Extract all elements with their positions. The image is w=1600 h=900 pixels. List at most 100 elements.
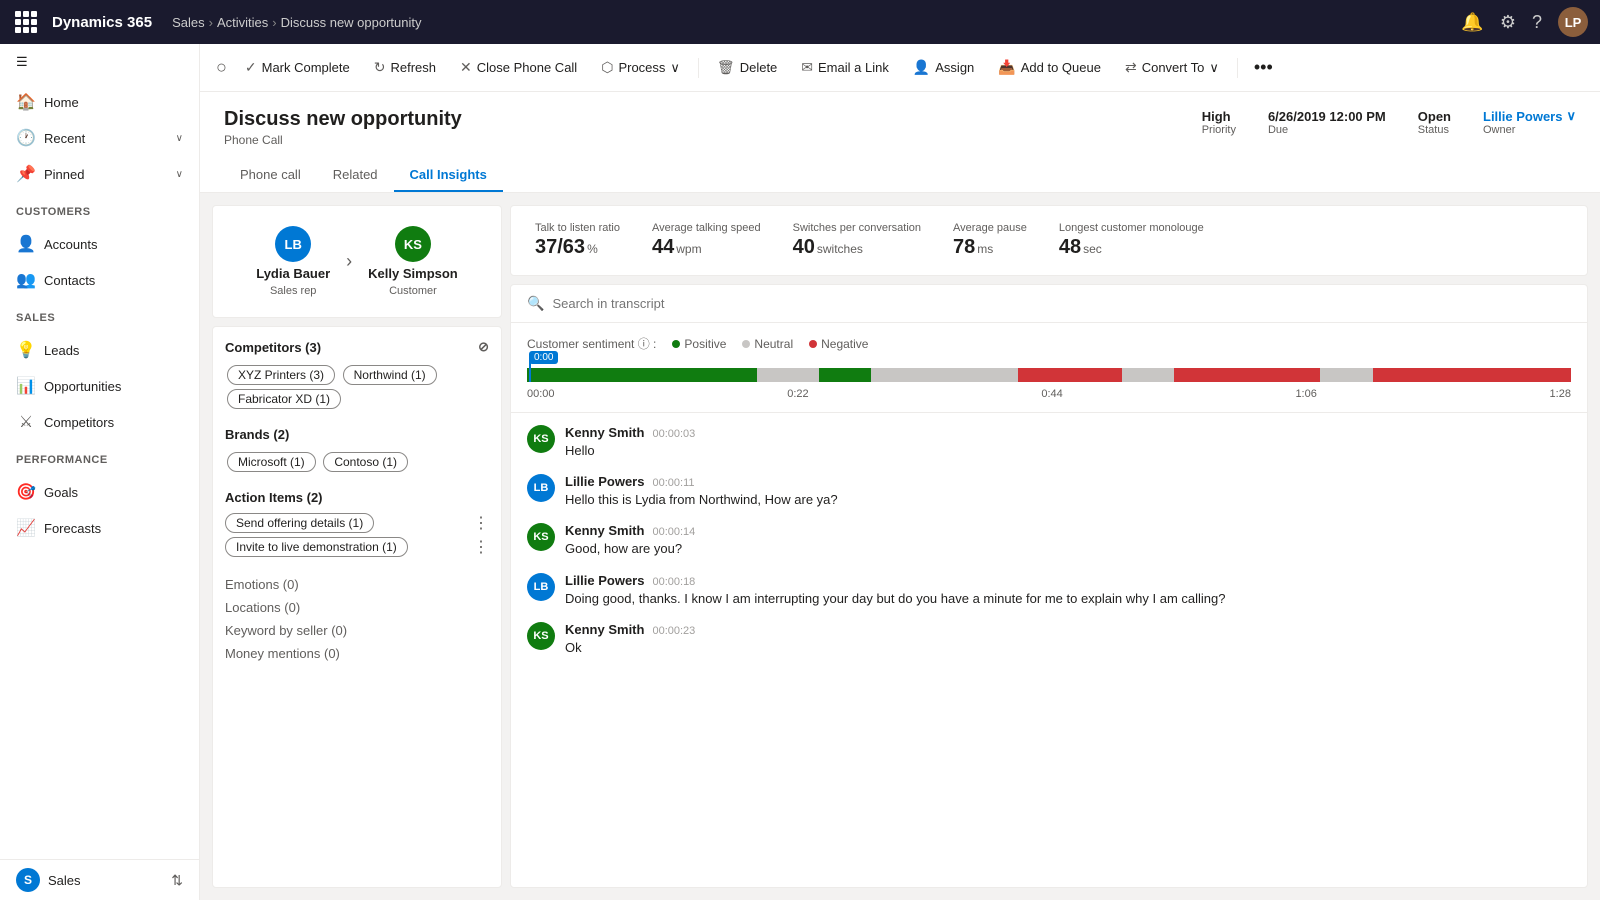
left-panel: LB Lydia Bauer Sales rep › KS Kelly Simp…	[212, 205, 502, 888]
msg-3-name: Kenny Smith	[565, 523, 644, 538]
breadcrumb-activities[interactable]: Activities	[217, 15, 268, 30]
owner-value[interactable]: Lillie Powers ∨	[1483, 108, 1576, 124]
stat-monolouge-label: Longest customer monolouge	[1059, 222, 1204, 234]
settings-icon[interactable]: ⚙	[1500, 12, 1516, 33]
tab-related[interactable]: Related	[317, 159, 394, 192]
tab-call-insights[interactable]: Call Insights	[394, 159, 503, 192]
process-button[interactable]: ⬡ Process ∨	[591, 53, 690, 82]
bar-seg-1	[527, 368, 757, 382]
mark-complete-button[interactable]: ✓ Mark Complete	[235, 53, 360, 82]
stat-pause: Average pause 78ms	[953, 222, 1027, 259]
close-phone-call-button[interactable]: ✕ Close Phone Call	[450, 53, 587, 82]
stat-pause-value: 78ms	[953, 236, 1027, 259]
bar-seg-4	[871, 368, 1017, 382]
sidebar: ☰ 🏠 Home 🕐 Recent ∨ 📌 Pinned ∨ Customers…	[0, 44, 200, 900]
insights-card: Competitors (3) ⊘ XYZ Printers (3) North…	[212, 326, 502, 888]
app-brand: Dynamics 365	[52, 14, 152, 31]
time-44: 0:44	[1041, 388, 1062, 400]
stat-monolouge: Longest customer monolouge 48sec	[1059, 222, 1204, 259]
close-phone-call-label: Close Phone Call	[477, 60, 577, 75]
sidebar-item-opportunities[interactable]: 📊 Opportunities	[0, 368, 199, 404]
sidebar-item-leads[interactable]: 💡 Leads	[0, 332, 199, 368]
action-item-1-more[interactable]: ⋮	[473, 513, 489, 533]
tag-xyz[interactable]: XYZ Printers (3)	[227, 365, 335, 385]
participant-rep: LB Lydia Bauer Sales rep	[256, 226, 330, 297]
add-to-queue-button[interactable]: 📥 Add to Queue	[988, 53, 1111, 82]
sidebar-item-competitors[interactable]: ⚔ Competitors	[0, 404, 199, 440]
sidebar-item-pinned[interactable]: 📌 Pinned ∨	[0, 156, 199, 192]
process-icon: ⬡	[601, 59, 613, 76]
email-link-label: Email a Link	[818, 60, 889, 75]
filter-icon[interactable]: ⊘	[478, 339, 489, 355]
participant-customer: KS Kelly Simpson Customer	[368, 226, 458, 297]
stat-pause-label: Average pause	[953, 222, 1027, 234]
msg-2-text: Hello this is Lydia from Northwind, How …	[565, 491, 1571, 509]
right-panel: Talk to listen ratio 37/63% Average talk…	[510, 205, 1588, 888]
main-content: LB Lydia Bauer Sales rep › KS Kelly Simp…	[200, 193, 1600, 900]
msg-5-name: Kenny Smith	[565, 622, 644, 637]
breadcrumb-sales[interactable]: Sales	[172, 15, 205, 30]
sidebar-item-recent[interactable]: 🕐 Recent ∨	[0, 120, 199, 156]
convert-to-button[interactable]: ⇄ Convert To ∨	[1115, 53, 1229, 82]
sales-area-avatar: S	[16, 868, 40, 892]
waffle-menu[interactable]	[12, 8, 40, 36]
sidebar-label-competitors: Competitors	[44, 415, 114, 430]
user-avatar[interactable]: LP	[1558, 7, 1588, 37]
delete-button[interactable]: 🗑 Delete	[707, 53, 787, 82]
sidebar-item-forecasts[interactable]: 📈 Forecasts	[0, 510, 199, 546]
sidebar-label-accounts: Accounts	[44, 237, 97, 252]
tag-microsoft[interactable]: Microsoft (1)	[227, 452, 316, 472]
tab-phone-call[interactable]: Phone call	[224, 159, 317, 192]
sidebar-label-opportunities: Opportunities	[44, 379, 121, 394]
tag-fabricator[interactable]: Fabricator XD (1)	[227, 389, 341, 409]
refresh-label: Refresh	[390, 60, 436, 75]
stat-talk-listen-value: 37/63%	[535, 236, 620, 259]
owner-label: Owner	[1483, 124, 1576, 136]
positive-dot	[672, 340, 680, 348]
assign-button[interactable]: 👤 Assign	[903, 53, 984, 82]
refresh-button[interactable]: ↻ Refresh	[364, 53, 446, 82]
msg-1-content: Kenny Smith 00:00:03 Hello	[565, 425, 1571, 460]
tag-northwind[interactable]: Northwind (1)	[343, 365, 437, 385]
sidebar-item-contacts[interactable]: 👥 Contacts	[0, 262, 199, 298]
sidebar-collapse-button[interactable]: ☰	[0, 44, 199, 80]
sidebar-item-home[interactable]: 🏠 Home	[0, 84, 199, 120]
tag-contoso[interactable]: Contoso (1)	[323, 452, 408, 472]
more-commands-button[interactable]: •••	[1246, 53, 1281, 82]
msg-4-header: Lillie Powers 00:00:18	[565, 573, 1571, 588]
sidebar-sales-section: 💡 Leads 📊 Opportunities ⚔ Competitors	[0, 328, 199, 444]
customer-avatar: KS	[395, 226, 431, 262]
notifications-icon[interactable]: 🔔	[1461, 12, 1483, 33]
msg-4-time: 00:00:18	[652, 576, 695, 588]
brands-title: Brands (2)	[225, 427, 489, 442]
stat-switches-unit: switches	[817, 242, 863, 256]
sidebar-label-leads: Leads	[44, 343, 79, 358]
competitors-icon: ⚔	[16, 412, 36, 432]
stat-switches-label: Switches per conversation	[793, 222, 921, 234]
timeline-labels: 00:00 0:22 0:44 1:06 1:28	[527, 388, 1571, 400]
action-tag-1[interactable]: Send offering details (1)	[225, 513, 374, 533]
msg-2-header: Lillie Powers 00:00:11	[565, 474, 1571, 489]
sidebar-customers-section: 👤 Accounts 👥 Contacts	[0, 222, 199, 302]
help-icon[interactable]: ?	[1532, 12, 1542, 33]
sidebar-item-accounts[interactable]: 👤 Accounts	[0, 226, 199, 262]
action-item-2-more[interactable]: ⋮	[473, 537, 489, 557]
time-66: 1:06	[1295, 388, 1316, 400]
message-row-3: KS Kenny Smith 00:00:14 Good, how are yo…	[527, 523, 1571, 558]
leads-icon: 💡	[16, 340, 36, 360]
msg-5-time: 00:00:23	[652, 625, 695, 637]
emotions-section: Emotions (0)	[225, 573, 489, 596]
stat-switches: Switches per conversation 40switches	[793, 222, 921, 259]
search-input[interactable]	[552, 296, 1571, 311]
sidebar-item-goals[interactable]: 🎯 Goals	[0, 474, 199, 510]
insights-competitors-section: Competitors (3) ⊘ XYZ Printers (3) North…	[225, 339, 489, 411]
assign-icon: 👤	[913, 59, 930, 76]
email-link-button[interactable]: ✉ Email a Link	[791, 53, 899, 82]
action-tag-2[interactable]: Invite to live demonstration (1)	[225, 537, 408, 557]
sidebar-bottom-label: Sales	[48, 873, 81, 888]
legend-neutral: Neutral	[742, 337, 793, 351]
sidebar-bottom-sales[interactable]: S Sales ⇅	[0, 859, 199, 900]
process-label: Process	[618, 60, 665, 75]
sentiment-bar-container: 0:00	[527, 368, 1571, 400]
bar-seg-2	[757, 368, 820, 382]
